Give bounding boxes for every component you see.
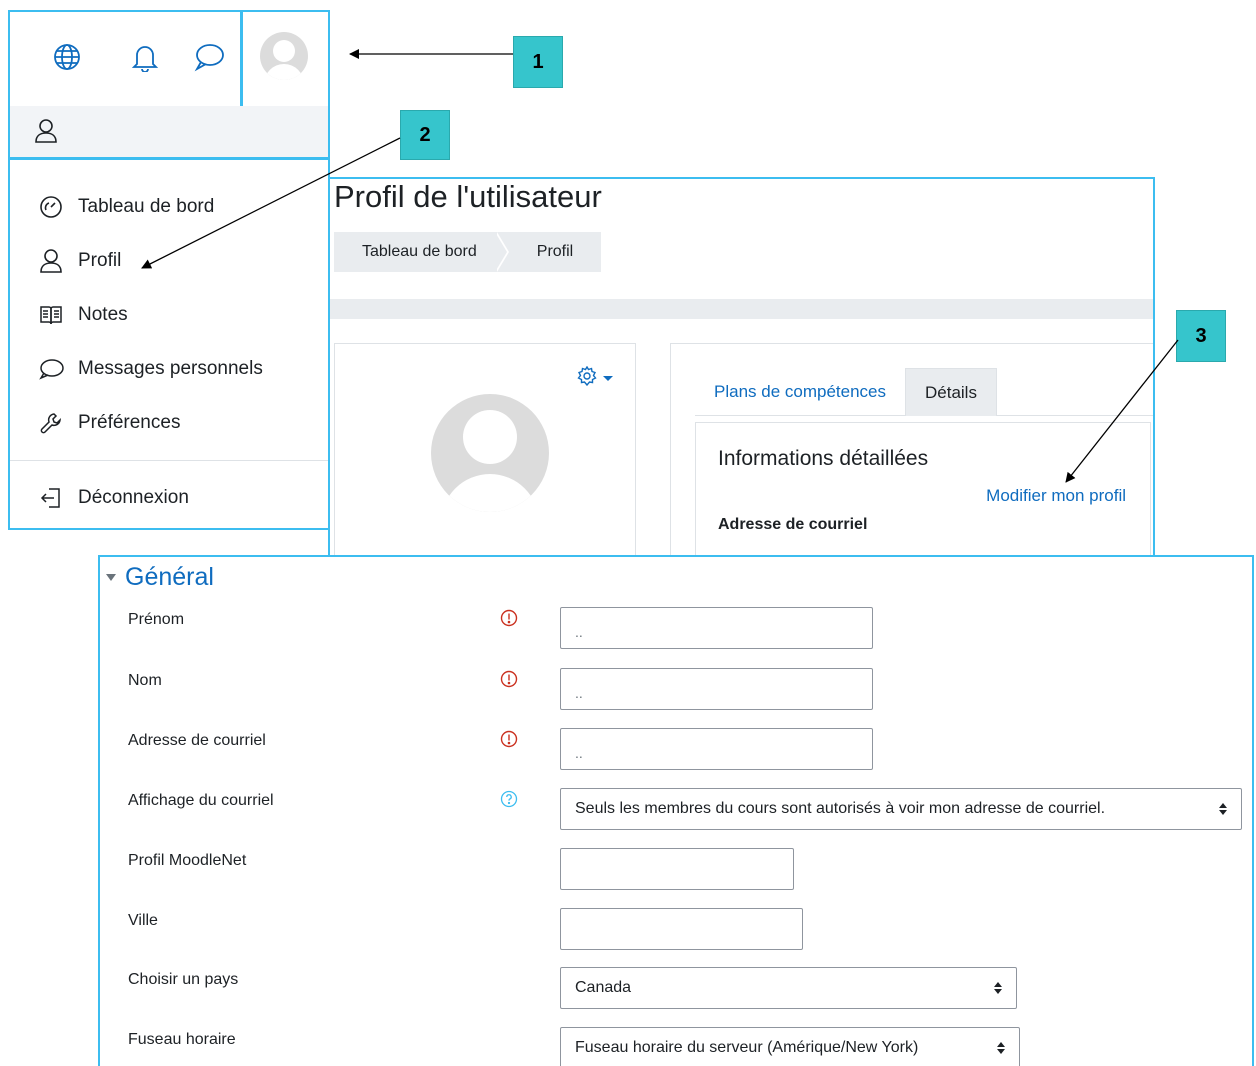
grades-book-icon [38, 302, 64, 328]
field-label: Fuseau horaire [128, 1031, 236, 1048]
profile-tabs: Plans de compétences Détails [695, 368, 1153, 416]
menu-item-label: Profil [78, 250, 122, 271]
user-icon [34, 118, 58, 149]
select-value: Fuseau horaire du serveur (Amérique/New … [575, 1039, 919, 1056]
profile-actions-menu[interactable] [577, 365, 613, 391]
field-label: Affichage du courriel [128, 792, 274, 809]
field-row-city: Ville [100, 908, 1252, 972]
field-row-country: Choisir un pays Canada [100, 967, 1252, 1031]
chat-bubble-icon [38, 356, 64, 382]
user-menu-panel: Tableau de bord Profil Notes Messages pe… [8, 10, 330, 530]
menu-item-profile[interactable]: Profil [10, 234, 328, 288]
country-select[interactable]: Canada [560, 967, 1017, 1009]
breadcrumb-dashboard[interactable]: Tableau de bord [334, 232, 497, 272]
callout-step-2: 2 [400, 110, 450, 160]
required-icon [500, 730, 518, 748]
moodlenet-input[interactable] [560, 848, 794, 890]
tab-competency-plans[interactable]: Plans de compétences [695, 368, 905, 416]
general-section-toggle[interactable]: Général [106, 563, 214, 592]
user-icon [38, 248, 64, 274]
user-profile-panel: Profil de l'utilisateur Tableau de bord … [328, 177, 1155, 557]
menu-item-dashboard[interactable]: Tableau de bord [10, 180, 328, 234]
menu-item-messages[interactable]: Messages personnels [10, 342, 328, 396]
user-menu-list: Tableau de bord Profil Notes Messages pe… [10, 180, 328, 525]
notification-bell-icon[interactable] [128, 40, 162, 74]
select-arrows-icon [1219, 803, 1227, 815]
page-header-strip [330, 299, 1153, 319]
edit-profile-link[interactable]: Modifier mon profil [986, 486, 1126, 506]
menu-item-label: Déconnexion [78, 487, 189, 508]
edit-profile-form-panel: Général Prénom .. Nom .. Adresse de cour… [98, 555, 1254, 1066]
avatar [260, 32, 308, 80]
select-value: Canada [575, 979, 632, 996]
menu-item-label: Tableau de bord [78, 196, 215, 217]
menu-divider [10, 460, 328, 461]
city-input[interactable] [560, 908, 803, 950]
required-icon [500, 609, 518, 627]
dashboard-gauge-icon [38, 194, 64, 220]
messages-chat-icon[interactable] [192, 40, 226, 74]
select-arrows-icon [994, 982, 1002, 994]
field-label: Prénom [128, 611, 185, 628]
field-label: Ville [128, 912, 158, 929]
email-label: Adresse de courriel [718, 516, 868, 533]
callout-step-1: 1 [513, 36, 563, 88]
user-name-row[interactable] [10, 106, 328, 160]
chevron-down-icon [106, 574, 116, 581]
profile-details-card: Plans de compétences Détails Information… [670, 343, 1153, 555]
lastname-input[interactable]: .. [560, 668, 873, 710]
menu-item-label: Messages personnels [78, 358, 263, 379]
firstname-input[interactable]: .. [560, 607, 873, 649]
profile-summary-card [334, 343, 636, 555]
navbar-icons [10, 12, 328, 106]
menu-item-grades[interactable]: Notes [10, 288, 328, 342]
field-row-timezone: Fuseau horaire Fuseau horaire du serveur… [100, 1027, 1252, 1066]
breadcrumb: Tableau de bord Profil [334, 232, 602, 272]
field-label: Nom [128, 672, 162, 689]
field-row-lastname: Nom .. [100, 668, 1252, 732]
language-globe-icon[interactable] [50, 40, 84, 74]
wrench-icon [38, 410, 64, 436]
field-label: Adresse de courriel [128, 732, 266, 749]
menu-item-preferences[interactable]: Préférences [10, 396, 328, 450]
profile-avatar [431, 394, 549, 512]
email-display-select[interactable]: Seuls les membres du cours sont autorisé… [560, 788, 1242, 830]
timezone-select[interactable]: Fuseau horaire du serveur (Amérique/New … [560, 1027, 1020, 1066]
select-value: Seuls les membres du cours sont autorisé… [575, 800, 1106, 817]
user-menu-toggle[interactable] [240, 12, 328, 106]
email-input[interactable]: .. [560, 728, 873, 770]
field-row-email-display: Affichage du courriel Seuls les membres … [100, 788, 1252, 852]
chevron-down-icon [603, 376, 613, 381]
field-label: Profil MoodleNet [128, 852, 247, 869]
gear-icon [577, 365, 597, 391]
breadcrumb-separator [494, 232, 509, 272]
detailed-info-title: Informations détaillées [718, 447, 929, 470]
help-icon[interactable] [500, 790, 518, 808]
tab-details[interactable]: Détails [905, 368, 997, 416]
section-title: Général [125, 563, 214, 591]
menu-item-logout[interactable]: Déconnexion [10, 471, 328, 525]
field-label: Choisir un pays [128, 971, 239, 988]
breadcrumb-profile[interactable]: Profil [509, 232, 601, 272]
field-row-firstname: Prénom .. [100, 607, 1252, 671]
callout-step-3: 3 [1176, 310, 1226, 362]
menu-item-label: Notes [78, 304, 128, 325]
page-title: Profil de l'utilisateur [334, 179, 602, 214]
required-icon [500, 670, 518, 688]
select-arrows-icon [997, 1042, 1005, 1054]
menu-item-label: Préférences [78, 412, 181, 433]
field-row-moodlenet: Profil MoodleNet [100, 848, 1252, 912]
detailed-info-box: Informations détaillées Modifier mon pro… [695, 422, 1151, 555]
sign-out-icon [38, 485, 64, 511]
field-row-email: Adresse de courriel .. [100, 728, 1252, 792]
